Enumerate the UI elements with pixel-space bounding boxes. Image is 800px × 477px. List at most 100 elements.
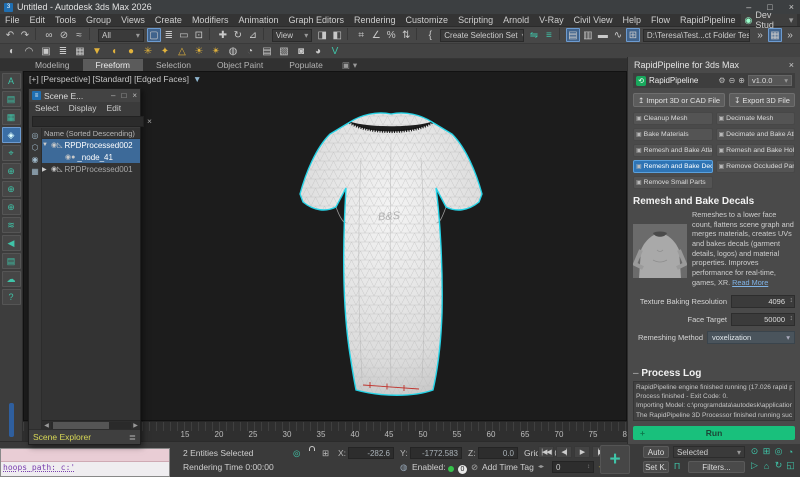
- y-coordinate-field[interactable]: -1772.583: [410, 447, 462, 459]
- dock-scrollbar[interactable]: [8, 403, 14, 437]
- prev-key-icon[interactable]: ◂▸: [538, 463, 544, 470]
- overflow-chevron-icon[interactable]: »: [783, 28, 797, 42]
- camera-tool-icon[interactable]: ▣: [39, 44, 53, 58]
- film-tool-icon[interactable]: ▦: [73, 44, 87, 58]
- gear-icon[interactable]: ⚙: [718, 76, 725, 85]
- separator[interactable]: [558, 28, 563, 40]
- mesh-light-icon[interactable]: ✳: [141, 44, 155, 58]
- import-button[interactable]: ↥ Import 3D or CAD File: [633, 93, 726, 107]
- new-key-button[interactable]: +: [600, 445, 630, 474]
- edit-named-selection-icon[interactable]: {: [423, 28, 437, 42]
- toggle-scene-explorer-icon[interactable]: ▤: [565, 28, 580, 42]
- snap-toggle-icon[interactable]: ⌗: [354, 28, 368, 42]
- zoom-all-icon[interactable]: ⊞: [761, 445, 772, 458]
- render-setup-icon[interactable]: ▦: [767, 28, 782, 42]
- ribbon-tab[interactable]: Object Paint: [204, 59, 276, 71]
- menu-item[interactable]: File: [0, 15, 25, 25]
- scene-explorer-search-input[interactable]: [32, 115, 144, 127]
- vray-plane-icon[interactable]: ▤: [260, 44, 274, 58]
- z-coordinate-field[interactable]: 0.0: [478, 447, 518, 459]
- sphere-preview-icon[interactable]: ◕: [311, 44, 325, 58]
- remeshing-method-dropdown[interactable]: voxelization ▾: [707, 331, 795, 344]
- menu-item[interactable]: RapidPipeline: [675, 15, 741, 25]
- percent-snap-icon[interactable]: %: [384, 28, 398, 42]
- rect-selection-region-icon[interactable]: ▭: [177, 28, 191, 42]
- chevron-down-icon[interactable]: ▾: [353, 60, 357, 71]
- menu-item[interactable]: Customize: [401, 15, 454, 25]
- sphere-light-icon[interactable]: ●: [124, 44, 138, 58]
- selection-set-key-dropdown[interactable]: Selected ▾: [673, 446, 745, 458]
- menu-item[interactable]: Graph Editors: [283, 15, 349, 25]
- vray-volume-add-icon[interactable]: ⊕: [1, 199, 21, 215]
- scene-explorer-row[interactable]: ▼ ◉◺ RPDProcessed002: [42, 139, 140, 151]
- key-count-badge[interactable]: 0: [458, 463, 467, 474]
- close-button[interactable]: ×: [789, 2, 794, 12]
- vray-dome-icon[interactable]: ◔: [243, 44, 257, 58]
- isolate-selection-icon[interactable]: ◎: [293, 448, 300, 459]
- x-coordinate-field[interactable]: -282.6: [348, 447, 394, 459]
- viewport-label[interactable]: [+] [Perspective] [Standard] [Edged Face…: [29, 74, 189, 84]
- close-icon[interactable]: ×: [789, 60, 794, 70]
- absolute-mode-icon[interactable]: ⊞: [322, 448, 329, 459]
- rp-action-button[interactable]: ▣ Remove Small Parts: [633, 176, 713, 189]
- sun-light-icon[interactable]: ☀: [192, 44, 206, 58]
- macro-recorder-pane[interactable]: [1, 449, 169, 462]
- vray-proxy-add-icon[interactable]: ⊕: [1, 163, 21, 179]
- rp-action-button[interactable]: ▣ Cleanup Mesh: [633, 112, 713, 125]
- arc-tool-icon[interactable]: ◠: [22, 44, 36, 58]
- viewport-filter-icon[interactable]: ▼: [193, 74, 201, 84]
- overflow-chevron-icon[interactable]: »: [753, 28, 767, 42]
- select-and-link-icon[interactable]: ∞: [42, 28, 56, 42]
- menu-item[interactable]: Scripting: [453, 15, 498, 25]
- display-filter-icon[interactable]: ◎: [32, 131, 39, 140]
- paint-bucket-icon[interactable]: ◙: [294, 44, 308, 58]
- add-time-tag[interactable]: Add Time Tag: [482, 462, 534, 472]
- menu-item[interactable]: Group: [81, 15, 116, 25]
- rp-action-button[interactable]: ▣ Bake Materials: [633, 128, 713, 141]
- mirror-icon[interactable]: ⇋: [527, 28, 541, 42]
- selection-filter-dropdown[interactable]: All ▾: [98, 28, 144, 42]
- layer-filter-icon[interactable]: ▦: [31, 167, 39, 176]
- scene-explorer-titlebar[interactable]: ≡ Scene E... – □ ×: [29, 89, 140, 102]
- curve-editor-icon[interactable]: ∿: [611, 28, 625, 42]
- version-dropdown[interactable]: v1.0.0 ▾: [748, 75, 792, 86]
- rp-action-button[interactable]: ▣ Decimate Mesh: [715, 112, 795, 125]
- orbit-icon[interactable]: ↻: [773, 459, 784, 472]
- menu-item[interactable]: Help: [617, 15, 646, 25]
- menu-item[interactable]: Tools: [50, 15, 81, 25]
- separator[interactable]: [416, 28, 420, 40]
- menu-item[interactable]: Modifiers: [187, 15, 234, 25]
- schematic-view-icon[interactable]: ⊞: [625, 28, 640, 42]
- maximize-viewport-icon[interactable]: ◱: [785, 459, 796, 472]
- align-icon[interactable]: ≡: [542, 28, 556, 42]
- walk-through-icon[interactable]: ⌂: [761, 459, 772, 472]
- expand-arrow-icon[interactable]: ▼: [42, 142, 49, 148]
- menu-item[interactable]: Animation: [233, 15, 283, 25]
- menu-item[interactable]: Select: [31, 103, 63, 113]
- menu-item[interactable]: Edit: [103, 103, 126, 113]
- vray-proxy-icon[interactable]: ▧: [277, 44, 291, 58]
- object-filter-icon[interactable]: ◉: [32, 155, 39, 164]
- maximize-button[interactable]: □: [121, 91, 126, 100]
- separator[interactable]: [208, 28, 213, 40]
- tshirt-model[interactable]: B&S: [266, 98, 516, 408]
- process-log[interactable]: RapidPipeline engine finished running (1…: [633, 381, 795, 421]
- minimize-button[interactable]: –: [746, 2, 751, 12]
- rp-action-button[interactable]: ▣ Remesh and Bake Atlas: [633, 144, 713, 157]
- window-crossing-icon[interactable]: ⊡: [192, 28, 206, 42]
- menu-item[interactable]: Flow: [646, 15, 675, 25]
- select-and-move-icon[interactable]: ✚: [216, 28, 230, 42]
- select-object-icon[interactable]: ▢: [146, 28, 161, 42]
- vray-logo-icon[interactable]: V: [328, 44, 342, 58]
- spot-light-icon[interactable]: ▼: [90, 44, 104, 58]
- dome-light-icon[interactable]: ◖: [107, 44, 121, 58]
- vray-render-settings-icon[interactable]: ▤: [1, 91, 21, 107]
- separator[interactable]: [35, 28, 39, 40]
- unlink-selection-icon[interactable]: ⊘: [57, 28, 71, 42]
- vray-active-tool-icon[interactable]: ◈: [1, 127, 21, 143]
- scrollbar-thumb[interactable]: [53, 421, 109, 429]
- angle-snap-icon[interactable]: ∠: [369, 28, 383, 42]
- vray-alembic-add-icon[interactable]: ⊕: [1, 181, 21, 197]
- rp-action-button[interactable]: ▣ Remesh and Bake Decals: [633, 160, 713, 173]
- menu-item[interactable]: Arnold: [498, 15, 534, 25]
